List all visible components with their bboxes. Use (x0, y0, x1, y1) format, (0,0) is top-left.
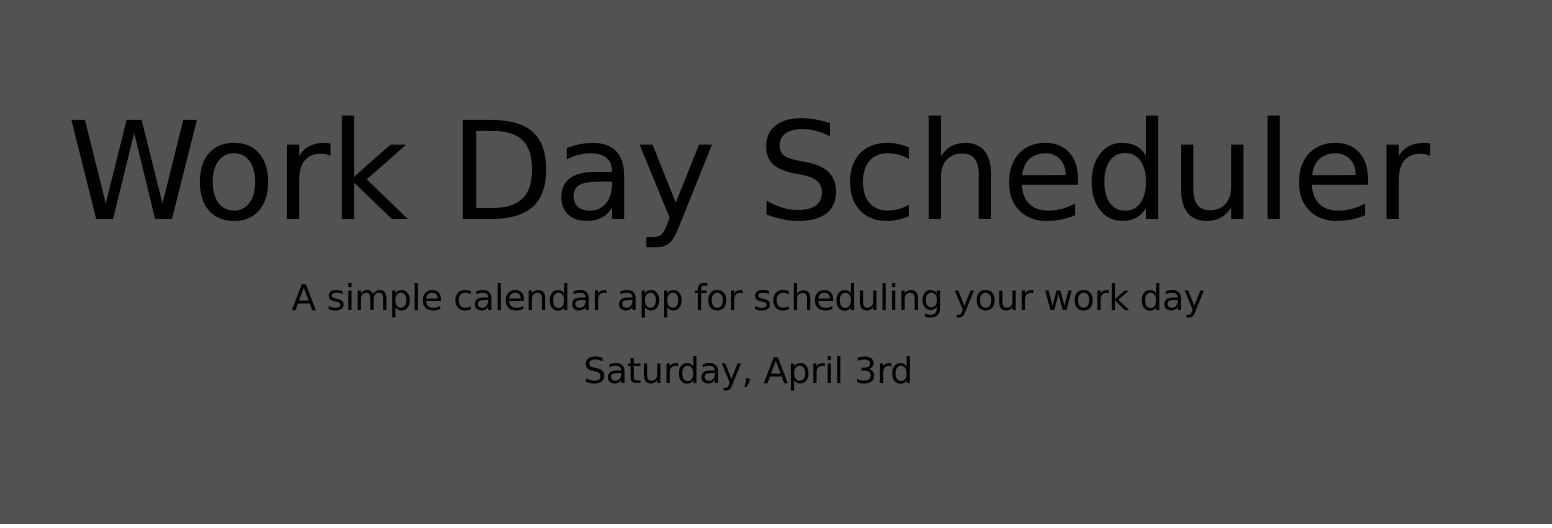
header-jumbotron: Work Day Scheduler A simple calendar app… (0, 0, 1552, 524)
page-title: Work Day Scheduler (66, 94, 1430, 252)
page-subtitle: A simple calendar app for scheduling you… (291, 278, 1205, 319)
current-day-display: Saturday, April 3rd (583, 351, 913, 392)
